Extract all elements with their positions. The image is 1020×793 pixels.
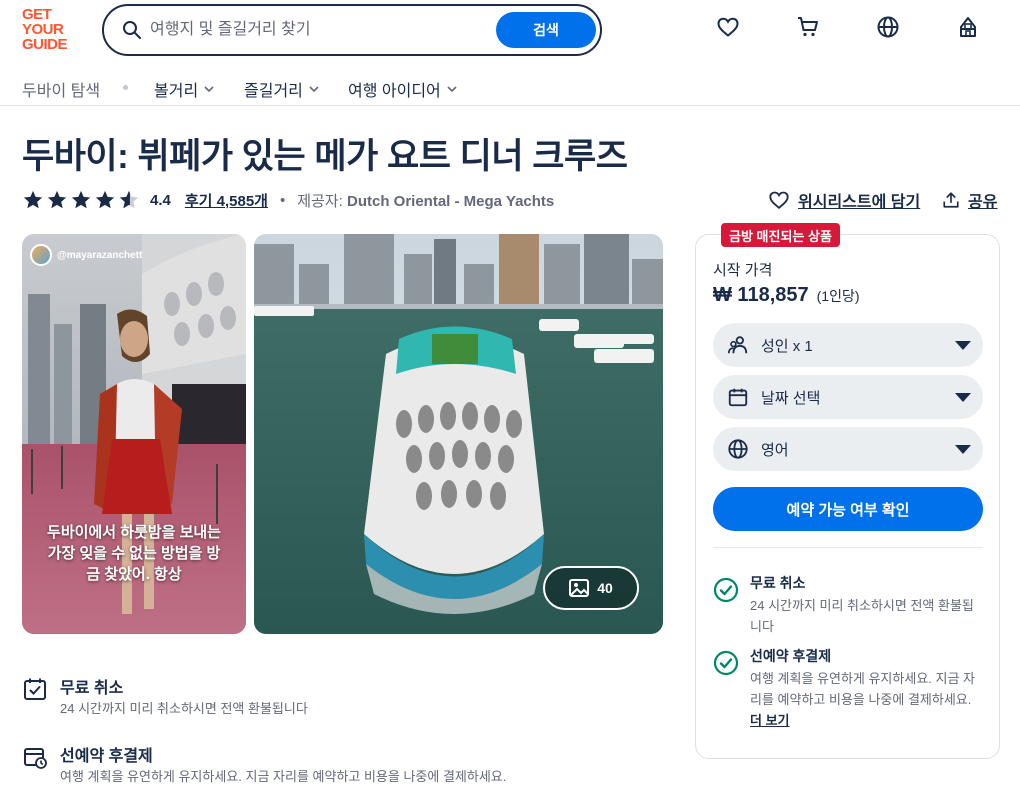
feature-description: 24 시간까지 미리 취소하시면 전액 환불됩니다	[750, 598, 974, 634]
date-value: 날짜 선택	[761, 389, 821, 407]
highlight-title: 선예약 후결제	[60, 748, 153, 765]
nav-item-activities[interactable]: 즐길거리	[244, 77, 319, 101]
language-select[interactable]: 영어	[713, 427, 983, 471]
globe-icon[interactable]	[873, 12, 903, 42]
highlight-description: 여행 계획을 유연하게 유지하세요. 지금 자리를 예약하고 비용을 나중에 결…	[60, 769, 507, 784]
highlight-reserve-now: 선예약 후결제 여행 계획을 유연하게 유지하세요. 지금 자리를 예약하고 비…	[22, 742, 662, 786]
feature-title: 무료 취소	[750, 575, 806, 591]
chevron-down-icon	[204, 86, 214, 93]
calendar-clock-icon	[24, 748, 47, 769]
photo-count-label: 40	[597, 580, 613, 596]
heart-icon	[769, 191, 789, 209]
globe-icon	[728, 439, 748, 459]
provider-name: Dutch Oriental - Mega Yachts	[346, 192, 555, 210]
caret-down-icon	[955, 445, 971, 454]
rating-stars	[22, 189, 140, 211]
gallery-main-image[interactable]: 40	[254, 234, 663, 634]
video-caption: 두바이에서 하룻밤을 보내는 가장 잊을 수 없는 방법을 방금 찾았어. 항상	[47, 524, 221, 583]
logo-line-3: GUIDE	[22, 36, 68, 53]
provider-info: 제공자: Dutch Oriental - Mega Yachts	[297, 190, 554, 211]
nav-item-attractions[interactable]: 볼거리	[154, 77, 214, 101]
people-icon	[728, 336, 748, 354]
likely-to-sell-out-badge: 금방 매진되는 상품	[721, 223, 840, 247]
price-per-person: (1인당)	[816, 288, 860, 304]
caret-down-icon	[955, 393, 971, 402]
search-bar: 검색	[102, 4, 602, 56]
participants-select[interactable]: 성인 x 1	[713, 323, 983, 367]
star-icon	[71, 190, 91, 209]
page-title: 두바이: 뷔페가 있는 메가 요트 디너 크루즈	[22, 137, 628, 176]
nav-item-label: 두바이 탐색	[22, 83, 101, 100]
check-circle-icon	[713, 577, 739, 603]
price-value: ₩ 118,857	[713, 284, 809, 306]
booking-card: 금방 매진되는 상품 시작 가격 ₩ 118,857 (1인당) 성인 x 1 …	[695, 223, 1000, 759]
chevron-down-icon	[447, 86, 457, 93]
getyourguide-logo[interactable]: GET YOUR GUIDE	[22, 7, 80, 53]
share-label: 공유	[968, 194, 998, 211]
star-half-icon	[119, 190, 139, 209]
avatar	[30, 244, 52, 266]
cart-icon[interactable]	[793, 12, 823, 42]
top-header: GET YOUR GUIDE 검색	[0, 0, 1020, 62]
card-feature-free-cancellation: 무료 취소 24 시간까지 미리 취소하시면 전액 환불됩니다	[713, 573, 983, 637]
separator-bullet: •	[279, 191, 286, 209]
price: ₩ 118,857 (1인당)	[713, 284, 860, 307]
nav-item-travel-ideas[interactable]: 여행 아이디어	[348, 77, 457, 101]
heart-icon[interactable]	[713, 12, 743, 42]
star-icon	[23, 190, 43, 209]
feature-description-text: 여행 계획을 유연하게 유지하세요. 지금 자리를 예약하고 비용을 나중에 결…	[750, 671, 975, 707]
nav-item-label: 볼거리	[154, 83, 199, 100]
profile-icon[interactable]	[953, 12, 983, 42]
feature-title: 선예약 후결제	[750, 648, 832, 664]
check-availability-button[interactable]: 예약 가능 여부 확인	[713, 487, 983, 531]
feature-description: 여행 계획을 유연하게 유지하세요. 지금 자리를 예약하고 비용을 나중에 결…	[750, 668, 985, 731]
sub-navigation: 두바이 탐색 볼거리 즐길거리 여행 아이디어	[0, 62, 1020, 106]
share-button[interactable]: 공유	[942, 188, 997, 212]
share-icon	[943, 192, 959, 208]
date-select[interactable]: 날짜 선택	[713, 375, 983, 419]
nav-separator-dot	[123, 85, 128, 90]
reviews-link[interactable]: 후기 4,585개	[185, 190, 268, 211]
add-to-wishlist-button[interactable]: 위시리스트에 담기	[768, 188, 920, 212]
highlight-free-cancellation: 무료 취소 24 시간까지 미리 취소하시면 전액 환불됩니다	[22, 674, 622, 718]
star-icon	[47, 190, 67, 209]
nav-item-label: 즐길거리	[244, 83, 303, 100]
calendar-icon	[728, 388, 748, 407]
search-input[interactable]	[150, 16, 480, 44]
caret-down-icon	[955, 341, 971, 350]
rating-value: 4.4	[150, 191, 171, 209]
check-circle-icon	[713, 650, 739, 676]
read-more-link[interactable]: 더 보기	[750, 713, 790, 728]
creator-handle: @mayarazanchett	[30, 244, 142, 266]
star-icon	[95, 190, 115, 209]
wishlist-label: 위시리스트에 담기	[798, 194, 921, 211]
creator-handle-text: @mayarazanchett	[57, 249, 143, 261]
divider	[713, 547, 983, 548]
provider-label: 제공자:	[297, 192, 343, 210]
calendar-check-icon	[24, 678, 46, 700]
price-from-label: 시작 가격	[713, 262, 773, 279]
rating-row: 4.4 후기 4,585개 • 제공자: Dutch Oriental - Me…	[22, 188, 554, 212]
card-feature-reserve-now: 선예약 후결제 여행 계획을 유연하게 유지하세요. 지금 자리를 예약하고 비…	[713, 646, 983, 746]
view-all-photos-button[interactable]: 40	[543, 566, 639, 610]
highlight-title: 무료 취소	[60, 680, 124, 697]
language-value: 영어	[761, 441, 789, 459]
participants-value: 성인 x 1	[761, 337, 813, 355]
search-icon	[123, 21, 141, 39]
highlight-description: 24 시간까지 미리 취소하시면 전액 환불됩니다	[60, 701, 308, 716]
nav-item-label: 여행 아이디어	[348, 83, 441, 100]
gallery-video-thumbnail[interactable]: @mayarazanchett 두바이에서 하룻밤을 보내는 가장 잊을 수 없…	[22, 234, 246, 634]
image-icon	[569, 579, 590, 597]
chevron-down-icon	[309, 86, 319, 93]
logo-line-1: GET	[22, 6, 52, 23]
logo-line-2: YOUR	[22, 21, 64, 38]
search-button[interactable]: 검색	[496, 12, 596, 48]
nav-item-explore-dubai[interactable]: 두바이 탐색	[22, 77, 100, 101]
